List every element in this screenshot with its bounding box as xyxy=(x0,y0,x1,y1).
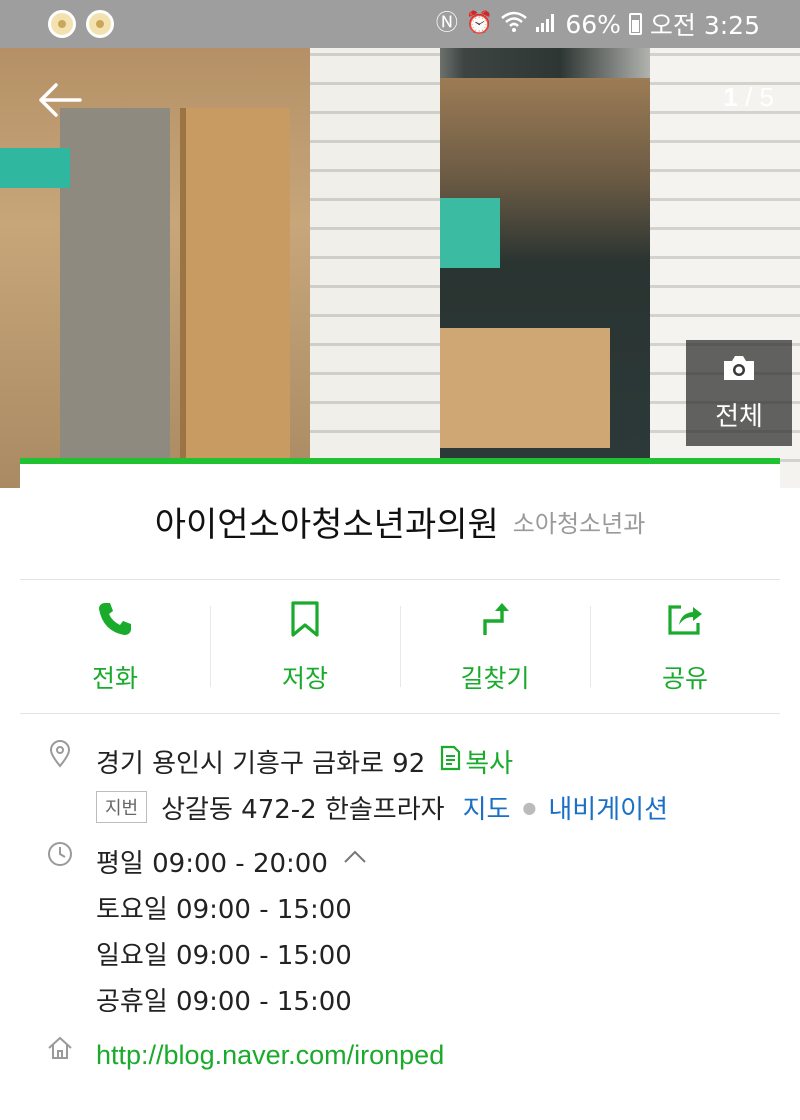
hours-weekday: 평일 09:00 - 20:00 xyxy=(96,848,328,879)
place-info-card: 아이언소아청소년과의원 소아청소년과 전화 저장 길찾기 공유 경기 용인시 기… xyxy=(20,458,780,1120)
alarm-icon: ⏰ xyxy=(465,11,494,36)
photo-separator: / xyxy=(737,82,760,112)
clock: 오전 3:25 xyxy=(649,11,760,40)
jibun-tag: 지번 xyxy=(96,791,148,823)
battery-icon xyxy=(628,13,642,35)
battery-percent: 66% xyxy=(565,9,621,39)
hours-saturday: 토요일 09:00 - 15:00 xyxy=(96,894,352,925)
call-label: 전화 xyxy=(91,663,138,693)
copy-label: 복사 xyxy=(465,748,514,779)
wifi-icon xyxy=(501,11,528,38)
app-notification-icon xyxy=(86,10,114,38)
copy-icon xyxy=(439,745,461,778)
directions-button[interactable]: 길찾기 xyxy=(400,580,590,713)
camera-icon xyxy=(721,353,757,390)
place-details: 경기 용인시 기흥구 금화로 92 복사 지번 상갈동 472-2 한솔프라자 … xyxy=(20,714,780,1078)
phone-icon xyxy=(95,599,135,645)
notification-icons xyxy=(48,10,114,38)
photo-total: 5 xyxy=(759,82,774,112)
all-photos-label: 전체 xyxy=(715,402,763,432)
hours-holiday: 공휴일 09:00 - 15:00 xyxy=(96,986,352,1017)
copy-address-button[interactable]: 복사 xyxy=(439,743,513,780)
homepage-link[interactable]: http://blog.naver.com/ironped xyxy=(96,1040,444,1071)
place-category: 소아청소년과 xyxy=(512,510,646,538)
location-pin-icon xyxy=(46,738,96,775)
address-section: 경기 용인시 기흥구 금화로 92 복사 지번 상갈동 472-2 한솔프라자 … xyxy=(46,738,754,830)
action-bar: 전화 저장 길찾기 공유 xyxy=(20,580,780,714)
road-address: 경기 용인시 기흥구 금화로 92 xyxy=(96,748,426,779)
save-label: 저장 xyxy=(281,663,328,693)
directions-label: 길찾기 xyxy=(460,663,530,693)
share-button[interactable]: 공유 xyxy=(590,580,780,713)
status-bar: Ⓝ ⏰ 66% 오전 3:25 xyxy=(0,0,800,48)
directions-icon xyxy=(475,599,515,645)
place-name: 아이언소아청소년과의원 xyxy=(154,505,499,545)
title-row: 아이언소아청소년과의원 소아청소년과 xyxy=(20,464,780,580)
share-label: 공유 xyxy=(661,663,708,693)
home-icon xyxy=(46,1032,96,1069)
homepage-section: http://blog.naver.com/ironped xyxy=(46,1032,754,1078)
place-photo[interactable] xyxy=(0,48,800,488)
all-photos-button[interactable]: 전체 xyxy=(686,340,792,446)
save-button[interactable]: 저장 xyxy=(210,580,400,713)
bookmark-icon xyxy=(285,599,325,645)
share-icon xyxy=(665,599,705,645)
app-notification-icon xyxy=(48,10,76,38)
photo-current: 1 xyxy=(723,82,738,112)
photo-counter: 1 / 5 xyxy=(723,82,774,113)
back-arrow-icon[interactable] xyxy=(36,76,84,124)
call-button[interactable]: 전화 xyxy=(20,580,210,713)
separator-dot: ● xyxy=(522,797,537,817)
chevron-up-icon xyxy=(328,845,368,878)
map-link[interactable]: 지도 xyxy=(463,789,511,826)
hours-sunday: 일요일 09:00 - 15:00 xyxy=(96,940,352,971)
hours-toggle[interactable]: 평일 09:00 - 20:00 xyxy=(96,838,368,884)
signal-icon xyxy=(535,11,557,38)
jibun-address: 상갈동 472-2 한솔프라자 xyxy=(161,794,445,825)
nfc-icon: Ⓝ xyxy=(435,11,458,36)
hours-section: 평일 09:00 - 20:00 토요일 09:00 - 15:00 일요일 0… xyxy=(46,838,754,1022)
navigation-link[interactable]: 내비게이션 xyxy=(548,789,668,826)
clock-icon xyxy=(46,838,96,875)
